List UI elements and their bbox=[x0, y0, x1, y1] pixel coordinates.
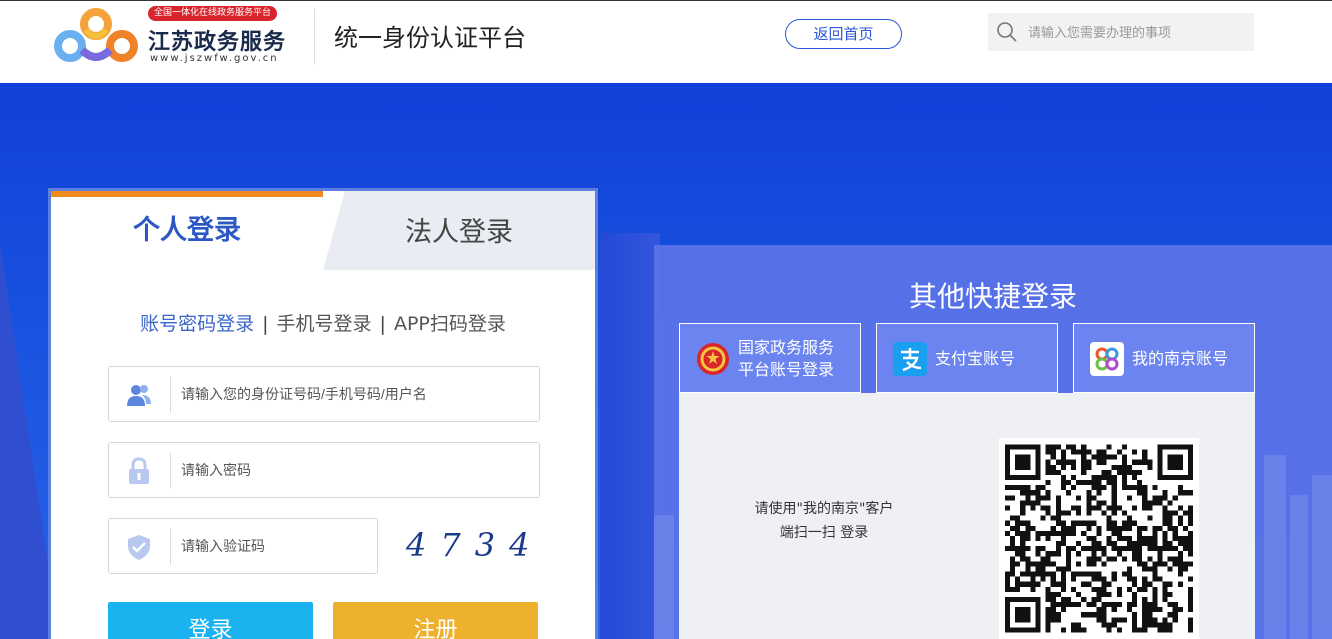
captcha-input[interactable] bbox=[181, 519, 371, 573]
lock-icon bbox=[129, 457, 149, 484]
search-box bbox=[988, 13, 1254, 51]
logo-name: 江苏政务服务 bbox=[148, 30, 287, 55]
mode-separator: | bbox=[379, 313, 386, 335]
user-group-icon bbox=[127, 385, 151, 406]
header-divider bbox=[314, 9, 315, 65]
tab-legal-login[interactable]: 法人登录 bbox=[323, 191, 595, 270]
mode-account-password[interactable]: 账号密码登录 bbox=[140, 313, 254, 335]
search-icon[interactable] bbox=[996, 21, 1018, 43]
national-emblem-icon bbox=[697, 343, 729, 375]
national-platform-label: 国家政务服务 平台账号登录 bbox=[738, 338, 835, 379]
qr-login-area: 请使用"我的南京"客户 端扫一扫 登录 bbox=[679, 393, 1255, 639]
logo-mark-icon bbox=[54, 8, 138, 62]
field-separator bbox=[170, 377, 171, 413]
captcha-field bbox=[108, 518, 378, 574]
hero-decoration-right bbox=[600, 233, 660, 639]
password-input[interactable] bbox=[181, 443, 531, 497]
qr-code bbox=[999, 438, 1199, 639]
logo-url: www.jszwfw.gov.cn bbox=[150, 53, 279, 64]
login-card: 个人登录 法人登录 账号密码登录 | 手机号登录 | APP扫码登录 请输入您的… bbox=[48, 188, 598, 639]
qr-code-icon bbox=[1005, 444, 1193, 633]
site-logo[interactable]: 全国一体化在线政务服务平台 江苏政务服务 www.jszwfw.gov.cn bbox=[52, 4, 302, 74]
register-button[interactable]: 注册 bbox=[333, 602, 538, 639]
field-separator bbox=[170, 453, 171, 489]
mode-app-scan[interactable]: APP扫码登录 bbox=[394, 313, 506, 335]
tab-personal-login[interactable]: 个人登录 bbox=[51, 191, 323, 270]
qr-instructions: 请使用"我的南京"客户 端扫一扫 登录 bbox=[739, 497, 909, 545]
mode-phone[interactable]: 手机号登录 bbox=[277, 313, 372, 335]
back-home-button[interactable]: 返回首页 bbox=[785, 19, 902, 49]
page-title: 统一身份认证平台 bbox=[334, 24, 526, 52]
username-input[interactable] bbox=[181, 367, 531, 421]
qr-instructions-line2: 端扫一扫 登录 bbox=[779, 525, 869, 541]
login-mode-switcher: 账号密码登录 | 手机号登录 | APP扫码登录 bbox=[51, 309, 595, 336]
my-nanjing-login-button[interactable]: 我的南京账号 bbox=[1073, 323, 1255, 393]
username-field bbox=[108, 366, 540, 422]
shield-check-icon bbox=[128, 535, 150, 560]
password-field bbox=[108, 442, 540, 498]
national-platform-login-button[interactable]: 国家政务服务 平台账号登录 bbox=[679, 323, 861, 393]
tab-slant-decoration bbox=[323, 191, 345, 270]
login-button[interactable]: 登录 bbox=[108, 602, 313, 639]
alipay-label: 支付宝账号 bbox=[935, 349, 1016, 368]
alipay-icon bbox=[893, 342, 927, 376]
my-nanjing-label: 我的南京账号 bbox=[1132, 349, 1229, 368]
mode-separator: | bbox=[262, 313, 269, 335]
quick-login-panel: 其他快捷登录 国家政务服务 平台账号登录 支付宝账号 我的南京账号 请使用"我的… bbox=[654, 245, 1332, 639]
field-separator bbox=[170, 529, 171, 565]
my-nanjing-icon bbox=[1090, 342, 1124, 376]
search-input[interactable] bbox=[1028, 13, 1248, 51]
logo-tagline: 全国一体化在线政务服务平台 bbox=[148, 6, 278, 21]
login-tabs: 个人登录 法人登录 bbox=[51, 191, 595, 270]
qr-instructions-line1: 请使用"我的南京"客户 bbox=[754, 501, 894, 517]
tab-legal-label: 法人登录 bbox=[405, 217, 513, 248]
top-header: 全国一体化在线政务服务平台 江苏政务服务 www.jszwfw.gov.cn 统… bbox=[0, 0, 1332, 83]
alipay-login-button[interactable]: 支付宝账号 bbox=[876, 323, 1058, 393]
captcha-image[interactable]: 4734 bbox=[406, 523, 536, 567]
quick-login-title: 其他快捷登录 bbox=[908, 280, 1077, 313]
